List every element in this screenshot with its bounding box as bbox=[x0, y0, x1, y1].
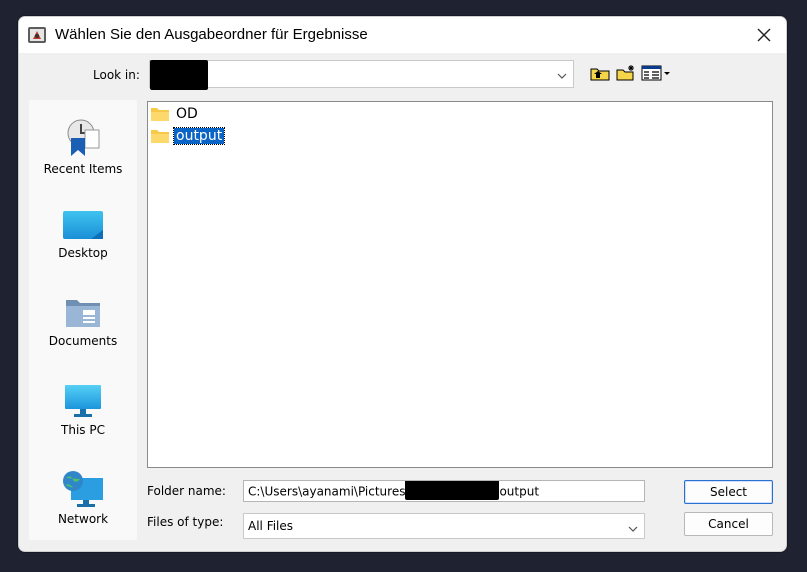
this-pc-icon bbox=[65, 385, 101, 417]
folder-name-suffix: output bbox=[499, 484, 540, 499]
folder-name-label: Folder name: bbox=[147, 484, 226, 498]
redacted-block bbox=[150, 60, 208, 90]
folder-name-prefix: C:\Users\ayanami\Pictures bbox=[248, 484, 406, 499]
place-desktop[interactable]: Desktop bbox=[29, 208, 137, 260]
documents-icon bbox=[66, 300, 100, 327]
file-name: output bbox=[172, 127, 226, 145]
list-item-selected[interactable]: output bbox=[150, 126, 226, 146]
file-chooser-dialog: Wählen Sie den Ausgabeordner für Ergebni… bbox=[18, 16, 787, 552]
cancel-button[interactable]: Cancel bbox=[684, 512, 773, 536]
close-icon[interactable] bbox=[742, 17, 786, 53]
folder-up-icon[interactable] bbox=[589, 64, 613, 84]
place-this-pc[interactable]: This PC bbox=[29, 383, 137, 437]
dialog-title: Wählen Sie den Ausgabeordner für Ergebni… bbox=[55, 26, 368, 43]
place-label: Network bbox=[57, 512, 109, 526]
network-icon bbox=[63, 471, 103, 507]
file-name: OD bbox=[176, 106, 198, 122]
place-label: This PC bbox=[61, 423, 105, 437]
desktop-icon bbox=[63, 211, 103, 239]
place-label: Desktop bbox=[58, 246, 108, 260]
folder-icon bbox=[151, 108, 169, 121]
folder-name-field[interactable]: C:\Users\ayanami\Pictures output bbox=[243, 480, 645, 502]
java-app-icon bbox=[27, 25, 47, 45]
look-in-label: Look in: bbox=[93, 68, 140, 82]
file-type-label: Files of type: bbox=[147, 515, 224, 529]
file-type-value: All Files bbox=[248, 519, 294, 533]
place-label: Recent Items bbox=[43, 162, 123, 176]
file-list[interactable]: OD output bbox=[147, 101, 773, 468]
look-in-combo[interactable] bbox=[149, 60, 574, 90]
place-recent-items[interactable]: Recent Items bbox=[29, 118, 137, 176]
place-documents[interactable]: Documents bbox=[29, 296, 137, 348]
chevron-down-icon bbox=[557, 69, 567, 83]
place-network[interactable]: Network bbox=[29, 470, 137, 526]
chevron-down-icon bbox=[628, 522, 638, 536]
redacted-block bbox=[405, 481, 500, 500]
place-label: Documents bbox=[48, 334, 118, 348]
recent-items-icon bbox=[67, 119, 100, 156]
file-type-select[interactable]: All Files bbox=[243, 513, 645, 539]
folder-icon bbox=[151, 130, 169, 143]
details-view-icon[interactable] bbox=[641, 64, 671, 84]
list-item[interactable]: OD bbox=[150, 104, 200, 124]
title-bar: Wählen Sie den Ausgabeordner für Ergebni… bbox=[19, 17, 786, 53]
select-button[interactable]: Select bbox=[684, 480, 773, 504]
places-sidebar: Recent Items Desktop Documents This PC N… bbox=[29, 100, 137, 540]
new-folder-icon[interactable] bbox=[615, 64, 639, 84]
